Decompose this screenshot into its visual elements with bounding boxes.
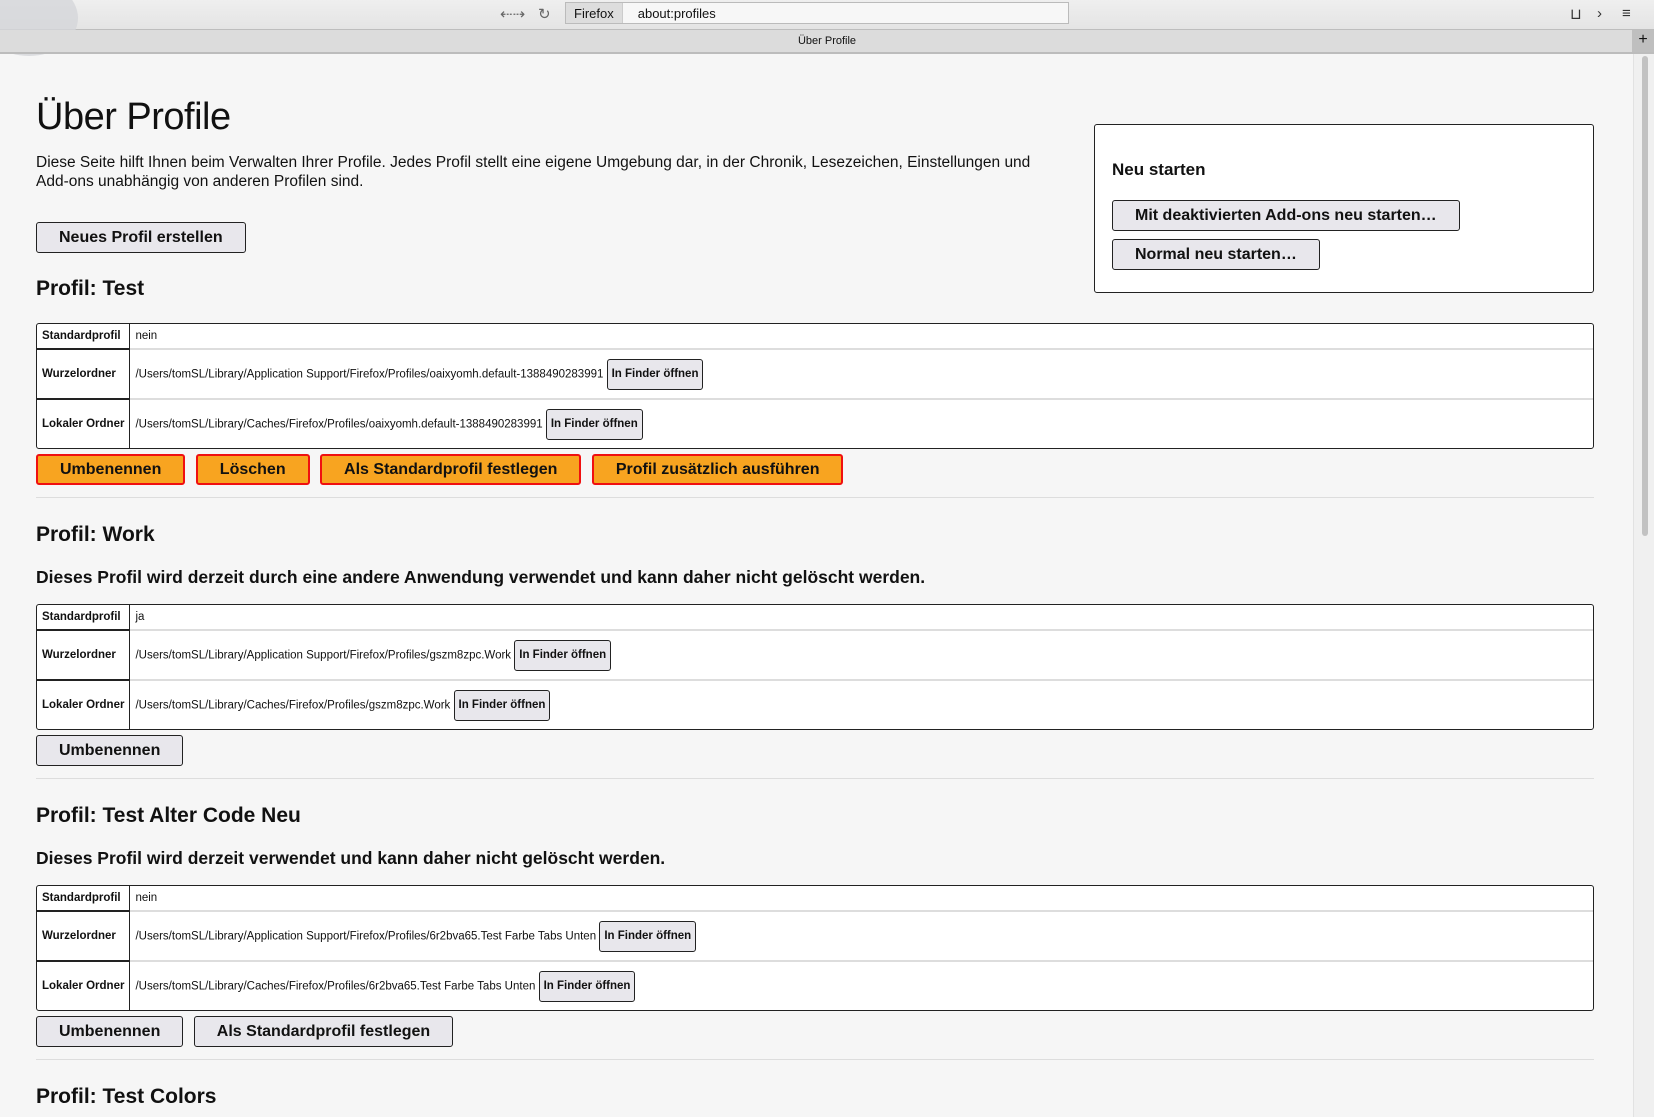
new-tab-icon[interactable]: + — [1632, 30, 1654, 52]
value-local: /Users/tomSL/Library/Caches/Firefox/Prof… — [135, 418, 543, 431]
profile-table: Standardprofil nein Wurzelordner/Users/to… — [36, 885, 1594, 1011]
identity-label: Firefox — [566, 3, 623, 23]
url-bar[interactable]: Firefox about:profiles — [565, 2, 1069, 24]
profile-section: Profil: Work Dieses Profil wird derzeit … — [36, 523, 1594, 779]
value-default: nein — [135, 330, 158, 342]
label-default: Standardprofil — [37, 886, 131, 910]
profile-table: Standardprofil nein Wurzelordner/Users/to… — [36, 323, 1594, 449]
label-root: Wurzelordner — [37, 629, 131, 679]
profile-warning: Dieses Profil wird derzeit durch eine an… — [36, 567, 926, 587]
set-default-button[interactable]: Als Standardprofil festlegen — [193, 1016, 454, 1047]
menu-icon[interactable]: ≡ — [1622, 5, 1631, 22]
page-description: Diese Seite hilft Ihnen beim Verwalten I… — [36, 154, 1031, 190]
profile-section: Profil: Test Standardprofil nein Wurzelor… — [36, 277, 1594, 498]
open-local-button[interactable]: In Finder öffnen — [453, 689, 551, 721]
delete-button[interactable]: Löschen — [195, 454, 310, 485]
url-text[interactable]: about:profiles — [623, 6, 716, 21]
profile-title: Profil: Test Colors — [36, 1085, 217, 1108]
rename-button[interactable]: Umbenennen — [36, 1016, 184, 1047]
open-root-button[interactable]: In Finder öffnen — [514, 639, 612, 671]
bookmark-icon[interactable]: ⊔ — [1570, 5, 1582, 23]
scrollbar-thumb[interactable] — [1642, 56, 1648, 536]
profile-section: Profil: Test Colors — [36, 1085, 1594, 1109]
value-default: ja — [135, 611, 145, 623]
rename-button[interactable]: Umbenennen — [36, 735, 184, 766]
open-root-button[interactable]: In Finder öffnen — [599, 920, 697, 952]
value-local: /Users/tomSL/Library/Caches/Firefox/Prof… — [135, 699, 451, 712]
open-root-button[interactable]: In Finder öffnen — [606, 358, 704, 390]
profile-title: Profil: Test Alter Code Neu — [36, 804, 301, 827]
profile-table: Standardprofil ja Wurzelordner/Users/tomS… — [36, 604, 1594, 730]
page-content: Über Profile Diese Seite hilft Ihnen bei… — [36, 54, 1594, 1109]
create-profile-button[interactable]: Neues Profil erstellen — [36, 222, 246, 253]
label-local: Lokaler Ordner — [37, 679, 131, 729]
profile-warning: Dieses Profil wird derzeit verwendet und… — [36, 848, 666, 868]
divider — [36, 1059, 1594, 1060]
back-forward-icon[interactable]: ⇠⇢ — [500, 5, 525, 23]
label-default: Standardprofil — [37, 324, 131, 348]
value-default: nein — [135, 892, 158, 904]
restart-title: Neu starten — [1112, 160, 1206, 179]
tab-bar: Über Profile + — [0, 30, 1654, 54]
label-root: Wurzelordner — [37, 348, 131, 398]
label-local: Lokaler Ordner — [37, 960, 131, 1010]
restart-normal-button[interactable]: Normal neu starten… — [1112, 239, 1320, 270]
open-local-button[interactable]: In Finder öffnen — [538, 970, 636, 1002]
divider — [36, 778, 1594, 779]
scrollbar[interactable] — [1633, 54, 1654, 1117]
open-local-button[interactable]: In Finder öffnen — [545, 408, 643, 440]
browser-toolbar: ⇠⇢ ↻ Firefox about:profiles ⊔ › ≡ — [0, 0, 1654, 56]
launch-profile-button[interactable]: Profil zusätzlich ausführen — [591, 454, 844, 485]
restart-safe-mode-button[interactable]: Mit deaktivierten Add-ons neu starten… — [1112, 200, 1460, 231]
profile-section: Profil: Test Alter Code Neu Dieses Profi… — [36, 804, 1594, 1060]
overflow-chevron-icon[interactable]: › — [1597, 5, 1602, 22]
label-local: Lokaler Ordner — [37, 398, 131, 448]
label-default: Standardprofil — [37, 605, 131, 629]
tab-uber-profile[interactable]: Über Profile — [798, 35, 856, 47]
set-default-button[interactable]: Als Standardprofil festlegen — [320, 454, 582, 485]
value-root: /Users/tomSL/Library/Application Support… — [135, 930, 597, 943]
value-root: /Users/tomSL/Library/Application Support… — [135, 649, 512, 662]
reload-icon[interactable]: ↻ — [538, 5, 551, 23]
value-root: /Users/tomSL/Library/Application Support… — [135, 368, 604, 381]
rename-button[interactable]: Umbenennen — [36, 454, 186, 485]
label-root: Wurzelordner — [37, 910, 131, 960]
profile-title: Profil: Work — [36, 523, 155, 546]
restart-box: Neu starten Mit deaktivierten Add-ons ne… — [1094, 124, 1594, 293]
value-local: /Users/tomSL/Library/Caches/Firefox/Prof… — [135, 980, 536, 993]
divider — [36, 497, 1594, 498]
